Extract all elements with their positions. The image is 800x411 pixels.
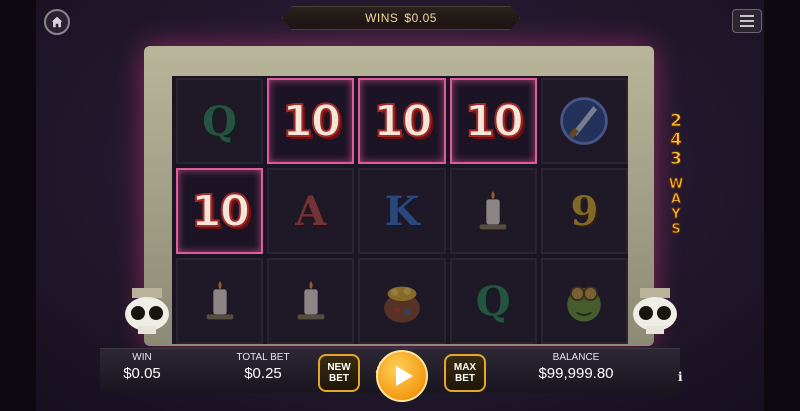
home-button[interactable] xyxy=(44,9,70,35)
skull-decoration-right xyxy=(633,288,677,334)
reel-cell xyxy=(358,258,446,344)
reel-cell: 9 xyxy=(540,168,628,254)
reel-cell: K xyxy=(358,168,446,254)
symbol-9: 9 xyxy=(570,187,599,235)
right-edge-shade xyxy=(764,0,800,411)
spin-control[interactable]: HOLD FOR AUTOSPIN xyxy=(372,346,428,402)
menu-button[interactable] xyxy=(732,9,762,33)
ways-letter: S xyxy=(671,222,681,238)
reel-cell: 10 xyxy=(358,78,446,164)
reel-cell: 10 xyxy=(449,78,537,164)
spin-button[interactable] xyxy=(376,350,428,402)
total-bet-display: TOTAL BET $0.25 xyxy=(226,352,300,382)
max-bet-button[interactable]: MAX BET xyxy=(444,354,486,392)
reel-cell xyxy=(449,168,537,254)
symbol-10: 10 xyxy=(372,95,433,148)
symbol-k: K xyxy=(384,187,420,235)
symbol-10: 10 xyxy=(464,95,525,148)
candle-icon xyxy=(206,281,233,320)
reel-cell: A xyxy=(267,168,355,254)
balance-value: $99,999.80 xyxy=(538,365,614,382)
ways-indicator: 2 4 3 W A Y S xyxy=(664,111,688,238)
new-bet-button[interactable]: NEW BET xyxy=(318,354,360,392)
symbol-10: 10 xyxy=(190,185,251,238)
skull-decoration-left xyxy=(125,288,169,334)
info-icon[interactable]: i xyxy=(678,370,683,384)
sword-shield-icon xyxy=(560,97,609,145)
reel-cell: 10 xyxy=(176,168,264,254)
ways-letter: A xyxy=(670,192,682,208)
candle-icon xyxy=(297,281,325,320)
max-bet-label: MAX BET xyxy=(453,362,477,384)
symbol-10: 10 xyxy=(281,95,342,148)
symbol-q: Q xyxy=(202,97,238,145)
reel-cell: Q xyxy=(176,78,264,164)
ways-word: W A Y S xyxy=(664,177,688,238)
play-icon xyxy=(396,366,413,386)
wins-value: $0.05 xyxy=(404,11,437,25)
left-edge-shade xyxy=(0,0,36,411)
gold-bag-icon xyxy=(383,286,420,323)
symbol-a: A xyxy=(295,187,327,235)
balance-display: BALANCE $99,999.80 xyxy=(530,352,622,382)
new-bet-label: NEW BET xyxy=(327,362,351,384)
ways-digit: 4 xyxy=(670,130,683,150)
balance-label: BALANCE xyxy=(552,352,600,363)
ways-letter: Y xyxy=(671,207,681,223)
reel-cell xyxy=(540,258,628,344)
reel-cell: Q xyxy=(449,258,537,344)
reel-cell xyxy=(176,258,264,344)
hamburger-menu-icon xyxy=(740,15,754,27)
symbol-q: Q xyxy=(475,277,511,325)
win-display: WIN $0.05 xyxy=(112,352,172,382)
total-bet-value: $0.25 xyxy=(244,365,282,382)
win-label: WIN xyxy=(132,352,152,363)
candle-icon xyxy=(479,191,507,230)
reel-cell: 10 xyxy=(267,78,355,164)
total-bet-label: TOTAL BET xyxy=(236,352,290,363)
wins-label: WINS xyxy=(365,11,399,25)
goblin-icon xyxy=(567,286,602,322)
ways-digit: 3 xyxy=(670,149,683,169)
reel-cell xyxy=(540,78,628,164)
reel-cell xyxy=(267,258,355,344)
ways-digit: 2 xyxy=(670,111,683,131)
home-icon xyxy=(51,16,63,28)
wins-banner: WINS $0.05 xyxy=(282,6,520,30)
ways-letter: W xyxy=(668,177,684,193)
win-value: $0.05 xyxy=(123,365,161,382)
reel-grid: Q 10 10 10 10 A K 9 Q xyxy=(176,78,628,344)
